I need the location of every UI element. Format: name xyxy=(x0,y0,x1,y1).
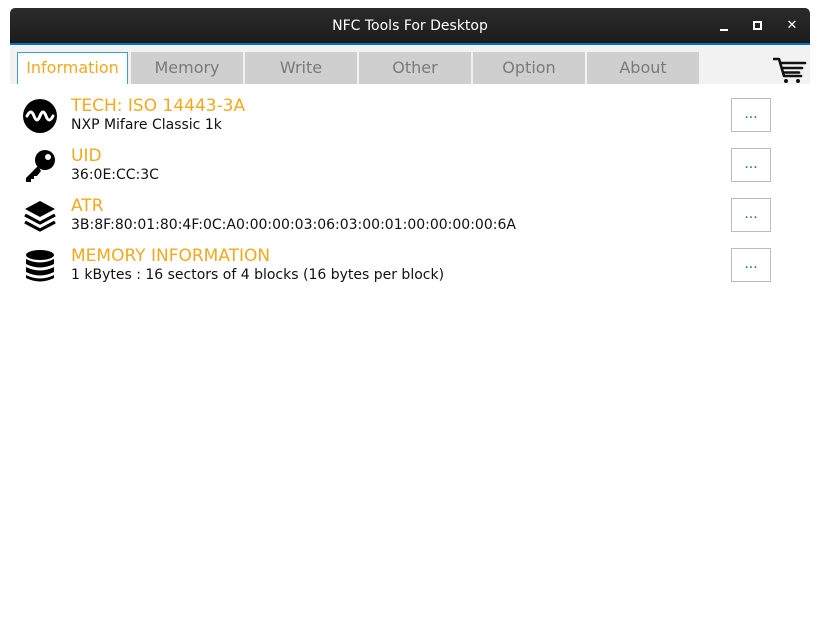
tab-other[interactable]: Other xyxy=(359,52,471,84)
tab-option[interactable]: Option xyxy=(473,52,585,84)
tab-information[interactable]: Information xyxy=(17,52,128,84)
maximize-icon xyxy=(753,21,762,30)
uid-value: 36:0E:CC:3C xyxy=(71,167,159,183)
close-icon: ✕ xyxy=(786,18,798,33)
key-icon xyxy=(26,150,55,182)
memory-info-value: 1 kBytes : 16 sectors of 4 blocks (16 by… xyxy=(71,267,445,283)
title-bar[interactable]: NFC Tools For Desktop ✕ xyxy=(10,8,810,45)
cart-button[interactable] xyxy=(772,56,807,84)
info-row-memory: MEMORY INFORMATION 1 kBytes : 16 sectors… xyxy=(10,244,810,294)
atr-label: ATR xyxy=(71,196,104,216)
close-button[interactable]: ✕ xyxy=(782,16,802,36)
info-row-tech: TECH: ISO 14443-3A NXP Mifare Classic 1k… xyxy=(10,94,810,144)
uid-label: UID xyxy=(71,146,102,166)
memory-details-button[interactable]: ... xyxy=(731,248,771,282)
tab-write[interactable]: Write xyxy=(245,52,357,84)
memory-info-label: MEMORY INFORMATION xyxy=(71,246,271,266)
tab-bar: Information Memory Write Other Option Ab… xyxy=(10,45,810,84)
info-row-atr: ATR 3B:8F:80:01:80:4F:0C:A0:00:00:03:06:… xyxy=(10,194,810,244)
atr-value: 3B:8F:80:01:80:4F:0C:A0:00:00:03:06:03:0… xyxy=(71,217,516,233)
maximize-button[interactable] xyxy=(748,16,768,36)
app-window: NFC Tools For Desktop ✕ Information Memo… xyxy=(10,8,810,618)
info-row-uid: UID 36:0E:CC:3C ... xyxy=(10,144,810,194)
waveform-icon xyxy=(23,99,57,133)
layers-icon xyxy=(24,201,56,232)
tech-details-button[interactable]: ... xyxy=(731,98,771,132)
uid-details-button[interactable]: ... xyxy=(731,148,771,182)
database-icon xyxy=(26,250,54,282)
tab-about[interactable]: About xyxy=(587,52,699,84)
window-title: NFC Tools For Desktop xyxy=(332,18,488,34)
tech-value: NXP Mifare Classic 1k xyxy=(71,117,222,133)
tech-label: TECH: ISO 14443-3A xyxy=(71,96,246,116)
tab-memory[interactable]: Memory xyxy=(131,52,243,84)
minimize-button[interactable] xyxy=(714,16,734,36)
cart-icon xyxy=(772,57,807,83)
atr-details-button[interactable]: ... xyxy=(731,198,771,232)
minimize-icon xyxy=(720,29,728,31)
